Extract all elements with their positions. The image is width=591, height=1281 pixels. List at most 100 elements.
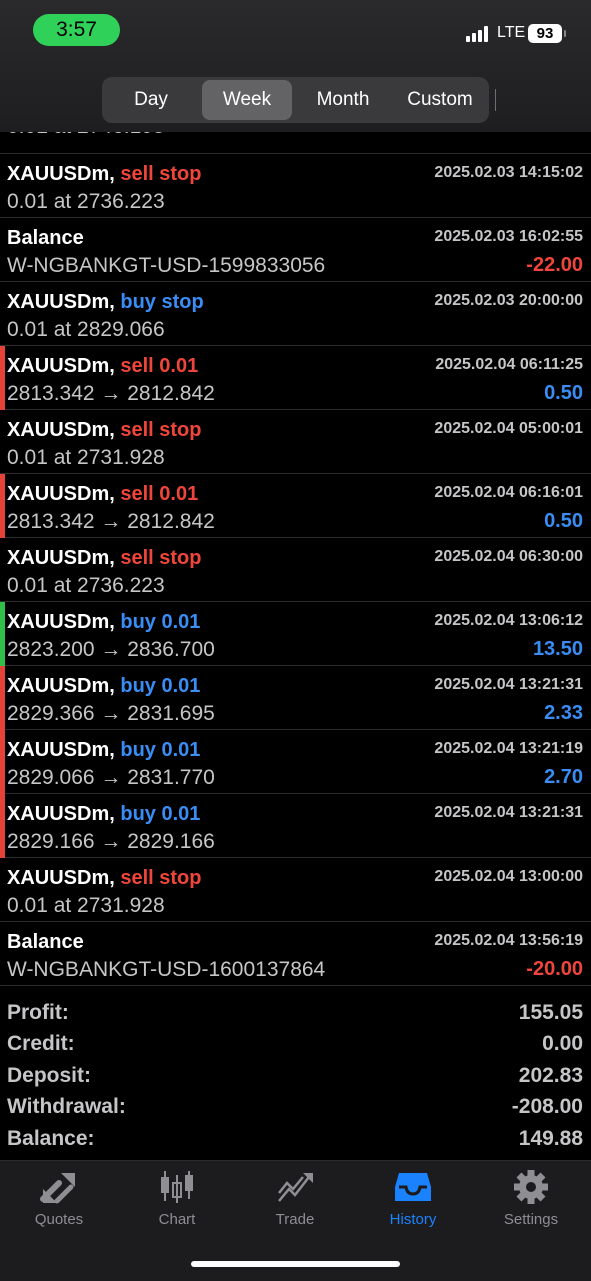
status-bar: 3:57 LTE 93 Day Week Month Custom [0, 0, 591, 132]
list-item[interactable]: XAUUSDm, buy stop 2025.02.03 20:00:00 0.01… [0, 282, 591, 346]
deal-datetime: 2025.02.03 20:00:00 [434, 292, 583, 309]
deal-action: buy 0.01 [120, 803, 201, 825]
profit-marker [0, 474, 5, 538]
segment-month[interactable]: Month [297, 80, 389, 120]
deal-value: -22.00 [526, 254, 583, 276]
summary-value: 149.88 [518, 1126, 583, 1150]
period-segmented-control: Day Week Month Custom [102, 77, 496, 123]
deal-details: 2813.342 → 2812.842 [7, 510, 215, 533]
deal-datetime: 2025.02.04 06:16:01 [434, 484, 583, 501]
deal-action: buy 0.01 [120, 611, 201, 633]
deal-value: 2.33 [544, 702, 583, 724]
summary-value: -208.00 [511, 1095, 583, 1119]
deal-symbol: XAUUSDm, [7, 355, 115, 377]
tab-history[interactable]: History [354, 1169, 472, 1239]
list-item[interactable]: XAUUSDm, buy 0.01 2025.02.04 13:21:31 2829… [0, 794, 591, 858]
tab-quotes[interactable]: Quotes [0, 1169, 118, 1239]
list-item[interactable]: XAUUSDm, buy 0.01 2025.02.04 13:21:31 2829… [0, 666, 591, 730]
summary-value: 202.83 [518, 1063, 583, 1087]
deal-symbol: XAUUSDm, [7, 611, 115, 633]
deal-value: -20.00 [526, 958, 583, 980]
list-item[interactable]: XAUUSDm, sell stop 2025.02.04 06:30:00 0.0… [0, 538, 591, 602]
deal-details: 2813.342 → 2812.842 [7, 382, 215, 405]
deal-title: XAUUSDm, sell stop [7, 867, 202, 890]
tab-label: History [389, 1211, 437, 1228]
list-item[interactable]: Balance 2025.02.03 16:02:55 W-NGBANKGT-USD… [0, 218, 591, 282]
segment-week[interactable]: Week [202, 80, 292, 120]
summary-panel: Profit: 155.05 Credit: 0.00 Deposit: 202… [0, 999, 591, 1156]
list-item[interactable]: XAUUSDm, sell stop 2025.02.04 13:00:00 0.0… [0, 858, 591, 922]
tab-label: Trade [275, 1211, 315, 1228]
summary-credit: Credit: 0.00 [0, 1030, 591, 1061]
deal-datetime: 2025.02.03 16:02:55 [434, 228, 583, 245]
summary-profit: Profit: 155.05 [0, 999, 591, 1030]
deal-details: 0.01 at 2736.223 [7, 574, 165, 597]
battery-icon: 93 [528, 24, 562, 43]
deal-datetime: 2025.02.04 13:00:00 [434, 868, 583, 885]
tab-settings[interactable]: Settings [472, 1169, 590, 1239]
deal-action: sell stop [120, 867, 202, 889]
deal-action: sell stop [120, 419, 202, 441]
deal-title: XAUUSDm, buy 0.01 [7, 611, 200, 634]
gear-icon [514, 1170, 548, 1204]
deal-action: sell 0.01 [120, 483, 199, 505]
deal-title: XAUUSDm, sell stop [7, 163, 202, 186]
deal-title: XAUUSDm, sell 0.01 [7, 483, 198, 506]
deal-details: 2829.166 → 2829.166 [7, 830, 215, 853]
deal-value: 0.50 [544, 382, 583, 404]
deal-symbol: XAUUSDm, [7, 675, 115, 697]
deal-action: sell stop [120, 163, 202, 185]
trade-icon [278, 1173, 313, 1202]
deal-datetime: 2025.02.04 13:21:31 [434, 676, 583, 693]
tab-trade[interactable]: Trade [236, 1169, 354, 1239]
deal-symbol: Balance [7, 931, 84, 953]
profit-marker [0, 666, 5, 730]
chart-candles-icon [161, 1171, 193, 1203]
deal-symbol: XAUUSDm, [7, 739, 115, 761]
deal-datetime: 2025.02.04 13:21:19 [434, 740, 583, 757]
list-item[interactable]: XAUUSDm, sell stop 2025.02.03 14:15:02 0.0… [0, 154, 591, 218]
history-inbox-icon [395, 1173, 431, 1201]
list-item[interactable]: XAUUSDm, buy 0.01 2025.02.04 13:21:19 2829… [0, 730, 591, 794]
list-item[interactable]: XAUUSDm, sell stop 2025.02.04 05:00:01 0.0… [0, 410, 591, 474]
summary-label: Credit: [7, 1032, 75, 1056]
tab-chart[interactable]: Chart [118, 1169, 236, 1239]
deal-symbol: XAUUSDm, [7, 803, 115, 825]
deal-symbol: XAUUSDm, [7, 867, 115, 889]
deal-title: XAUUSDm, sell 0.01 [7, 355, 198, 378]
deal-action: sell 0.01 [120, 355, 199, 377]
deal-title: Balance [7, 931, 84, 954]
deal-details: 0.01 at 2736.223 [7, 190, 165, 213]
profit-marker [0, 794, 5, 858]
deal-title: XAUUSDm, sell stop [7, 419, 202, 442]
deal-symbol: XAUUSDm, [7, 547, 115, 569]
deal-symbol: XAUUSDm, [7, 419, 115, 441]
deal-details: 0.01 at 2829.066 [7, 318, 165, 341]
deal-datetime: 2025.02.04 13:21:31 [434, 804, 583, 821]
tab-label: Chart [158, 1211, 196, 1228]
deal-details: 2823.200 → 2836.700 [7, 638, 215, 661]
list-item[interactable]: XAUUSDm, sell 0.01 2025.02.04 06:16:01 281… [0, 474, 591, 538]
list-item[interactable]: XAUUSDm, sell 0.01 2025.02.04 06:11:25 281… [0, 346, 591, 410]
list-item[interactable]: XAUUSDm, buy 0.01 2025.02.04 13:06:12 2823… [0, 602, 591, 666]
summary-label: Balance: [7, 1126, 95, 1150]
deal-symbol: XAUUSDm, [7, 163, 115, 185]
deal-details: W-NGBANKGT-USD-1599833056 [7, 254, 326, 277]
summary-deposit: Deposit: 202.83 [0, 1062, 591, 1093]
deal-symbol: Balance [7, 227, 84, 249]
battery-tip [564, 30, 566, 37]
profit-marker [0, 730, 5, 794]
deal-title: Balance [7, 227, 84, 250]
segment-day[interactable]: Day [105, 80, 197, 120]
deal-details: 2829.366 → 2831.695 [7, 702, 215, 725]
list-item[interactable]: Balance 2025.02.04 13:56:19 W-NGBANKGT-USD… [0, 922, 591, 986]
deal-title: XAUUSDm, buy 0.01 [7, 803, 200, 826]
deal-title: XAUUSDm, buy 0.01 [7, 675, 200, 698]
segment-divider [495, 89, 496, 111]
segment-custom[interactable]: Custom [394, 80, 486, 120]
deal-action: buy 0.01 [120, 675, 201, 697]
deal-title: XAUUSDm, sell stop [7, 547, 202, 570]
profit-marker [0, 346, 5, 410]
deal-value: 13.50 [532, 638, 583, 660]
status-time: 3:57 [33, 14, 120, 46]
